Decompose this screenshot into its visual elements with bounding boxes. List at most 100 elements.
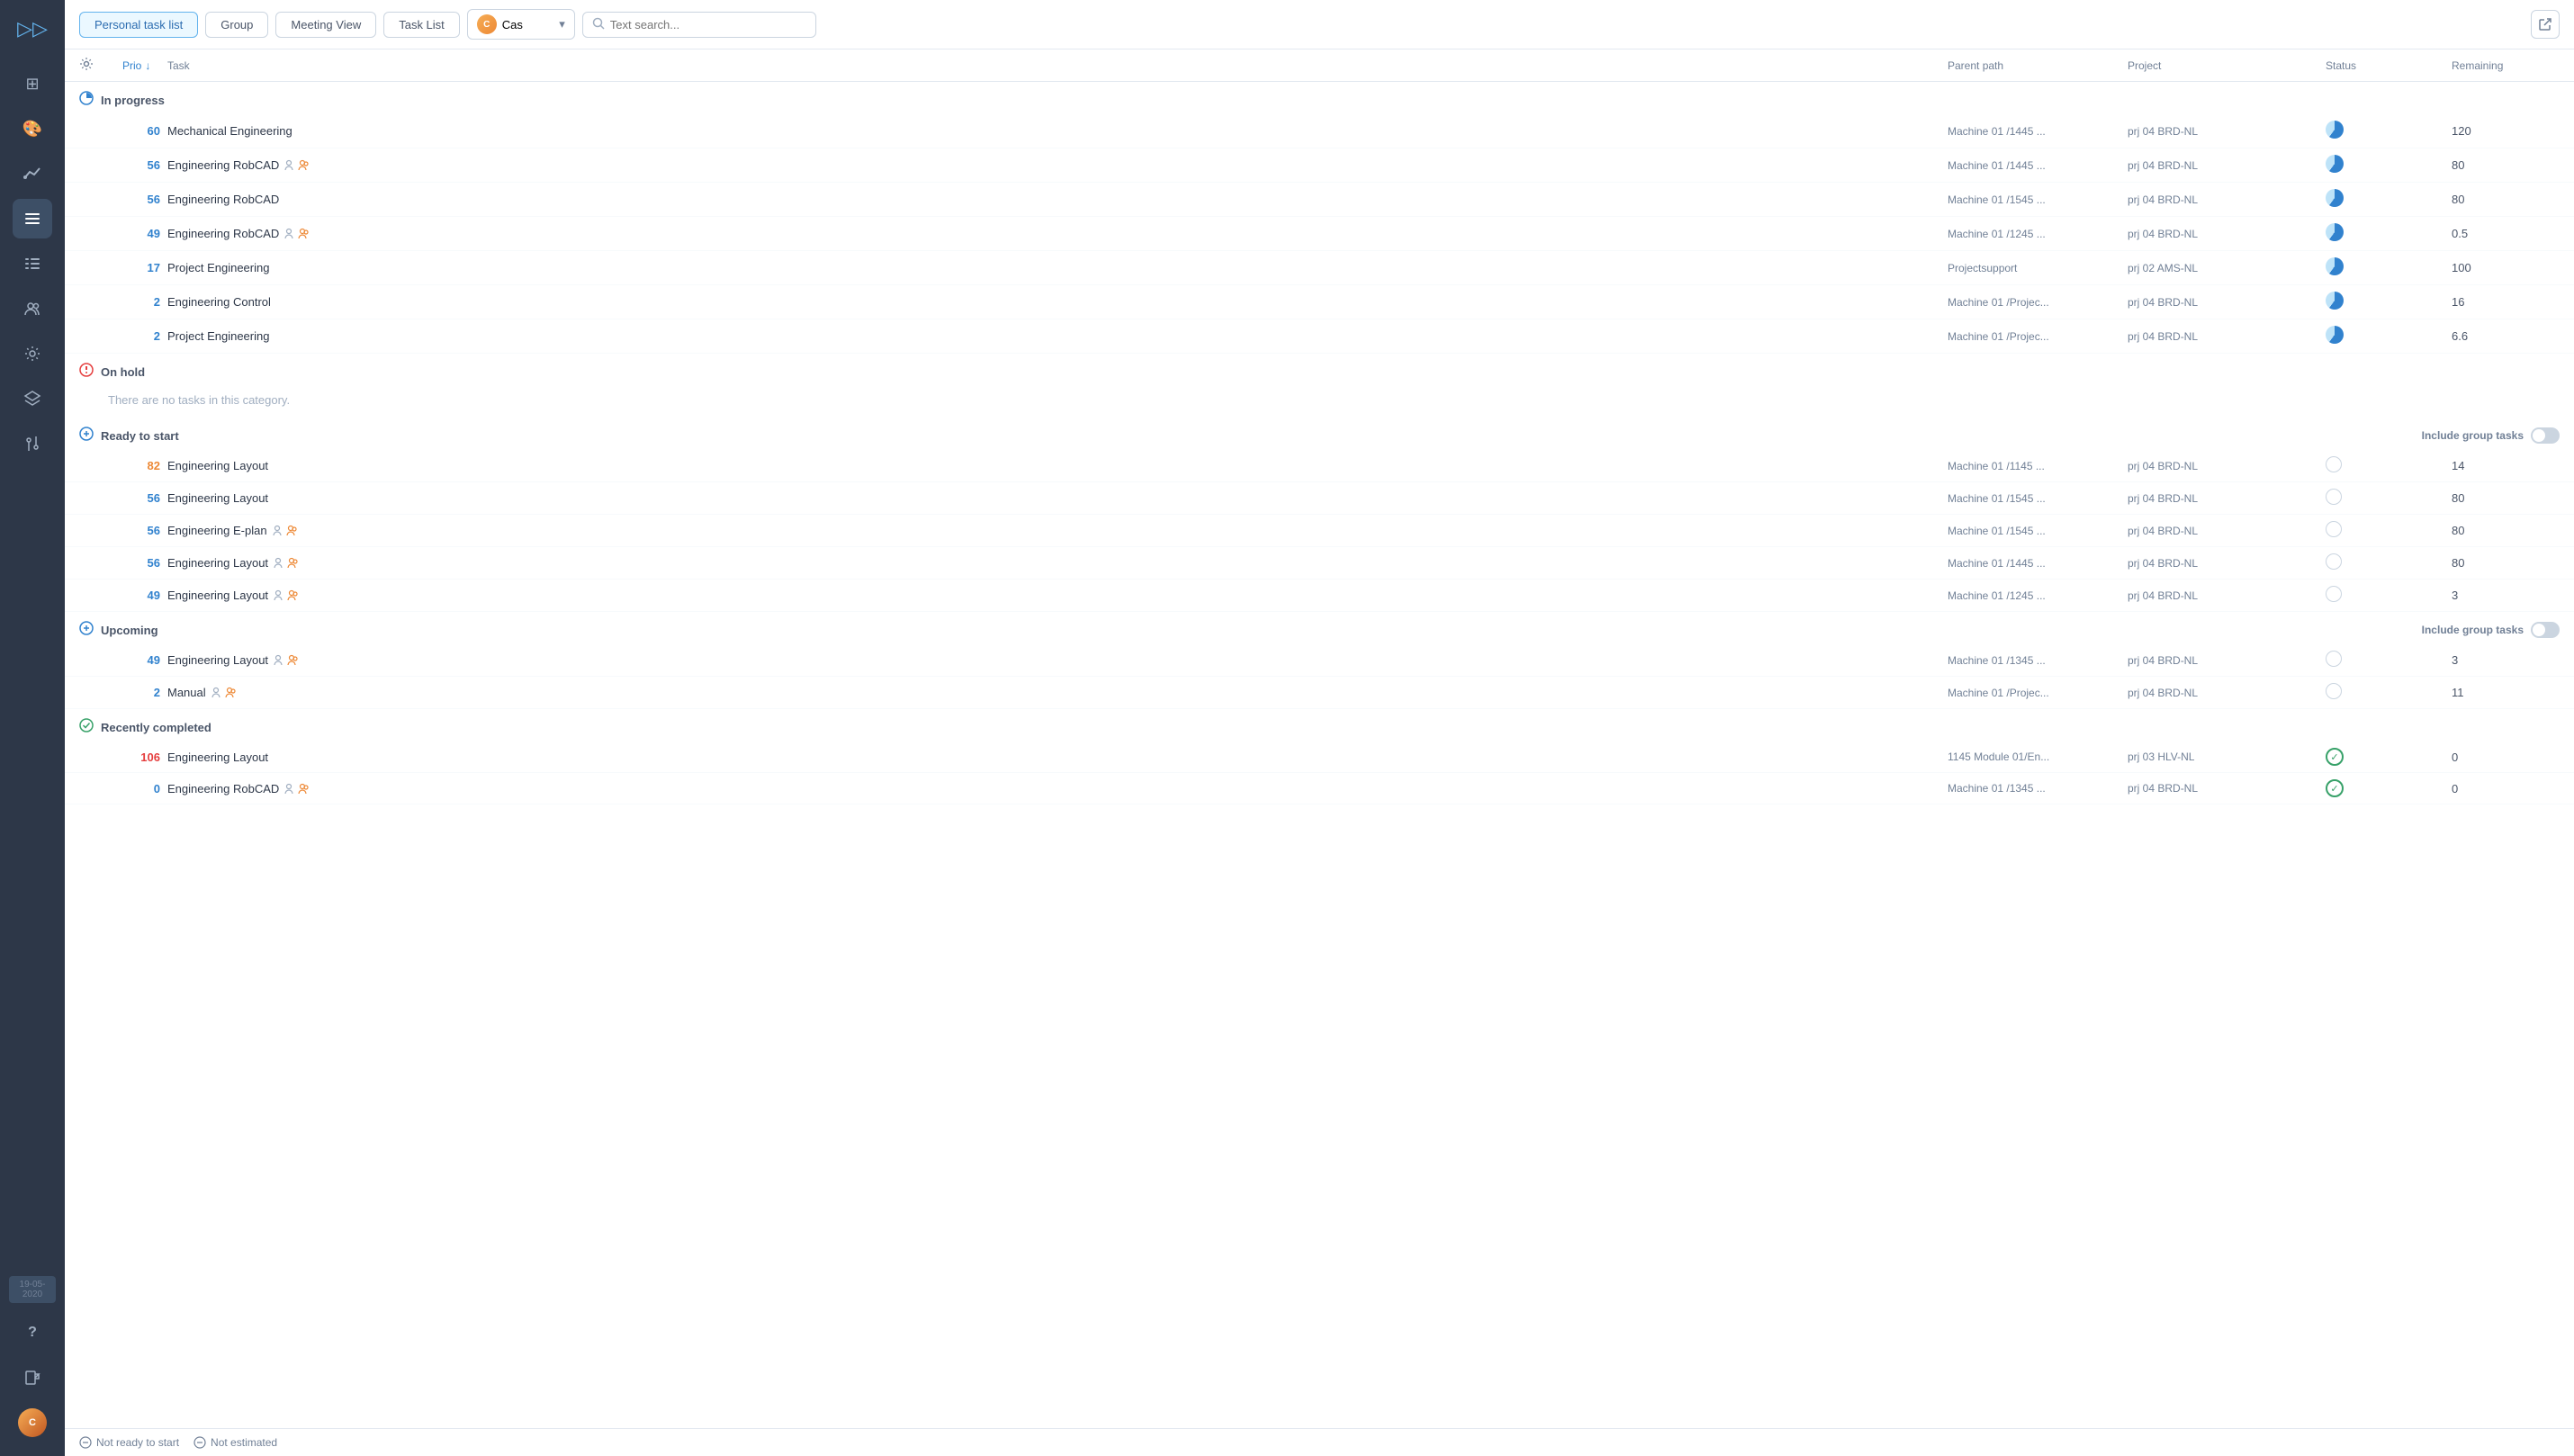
parent-path: Machine 01 /1245 ... xyxy=(1948,228,2128,240)
status-bar: Not ready to start Not estimated xyxy=(65,1428,2574,1456)
sidebar-item-help[interactable]: ? xyxy=(13,1313,52,1353)
task-name: Manual xyxy=(167,686,1948,699)
task-name: Engineering RobCAD xyxy=(167,193,1948,206)
task-name: Engineering Layout xyxy=(167,556,1948,570)
remaining: 120 xyxy=(2452,124,2560,138)
project: prj 04 BRD-NL xyxy=(2128,125,2326,138)
external-link-button[interactable] xyxy=(2531,10,2560,39)
include-group-toggle-upcoming[interactable] xyxy=(2531,622,2560,638)
table-row: 49 Engineering RobCAD Machine 01 /1245 .… xyxy=(65,217,2574,251)
task-user-icons xyxy=(284,228,310,239)
main-content: Personal task list Group Meeting View Ta… xyxy=(65,0,2574,1456)
task-user-icons xyxy=(212,687,237,698)
project: prj 04 BRD-NL xyxy=(2128,589,2326,602)
task-name: Engineering Layout xyxy=(167,653,1948,667)
prio-value: 49 xyxy=(122,589,167,602)
status: ✓ xyxy=(2326,748,2452,766)
search-input[interactable] xyxy=(610,18,806,31)
settings-icon[interactable] xyxy=(79,57,122,74)
ready-icon xyxy=(79,427,94,445)
tab-task-list[interactable]: Task List xyxy=(383,12,460,38)
parent-path: Machine 01 /1345 ... xyxy=(1948,782,2128,795)
tab-meeting-view[interactable]: Meeting View xyxy=(275,12,376,38)
parent-path: Machine 01 /1545 ... xyxy=(1948,492,2128,505)
chevron-down-icon: ▾ xyxy=(559,17,565,31)
topbar: Personal task list Group Meeting View Ta… xyxy=(65,0,2574,49)
status-not-ready: Not ready to start xyxy=(79,1436,179,1449)
sidebar-item-tasks[interactable] xyxy=(13,199,52,238)
table-row: 0 Engineering RobCAD Machine 01 /1345 ..… xyxy=(65,773,2574,804)
project: prj 04 BRD-NL xyxy=(2128,159,2326,172)
remaining: 100 xyxy=(2452,261,2560,274)
sidebar-item-palette[interactable]: 🎨 xyxy=(13,109,52,148)
not-estimated-label: Not estimated xyxy=(211,1436,277,1449)
project: prj 04 BRD-NL xyxy=(2128,687,2326,699)
on-hold-icon xyxy=(79,363,94,381)
sidebar-item-list[interactable] xyxy=(13,244,52,283)
project: prj 04 BRD-NL xyxy=(2128,525,2326,537)
user-avatar: C xyxy=(477,14,497,34)
sidebar-item-filter[interactable] xyxy=(13,424,52,463)
search-box[interactable] xyxy=(582,12,816,38)
prio-value: 0 xyxy=(122,782,167,795)
include-group-upcoming-label: Include group tasks xyxy=(2422,624,2524,636)
user-selector[interactable]: C Cas ▾ xyxy=(467,9,575,40)
parent-path: 1145 Module 01/En... xyxy=(1948,750,2128,763)
sidebar-item-settings[interactable] xyxy=(13,334,52,373)
table-row: 56 Engineering RobCAD Machine 01 /1545 .… xyxy=(65,183,2574,217)
status-check-icon: ✓ xyxy=(2326,748,2344,766)
not-ready-label: Not ready to start xyxy=(96,1436,179,1449)
remaining: 6.6 xyxy=(2452,329,2560,343)
include-group-tasks-ready: Include group tasks xyxy=(2422,427,2560,444)
prio-value: 2 xyxy=(122,329,167,343)
task-name: Engineering Layout xyxy=(167,589,1948,602)
status xyxy=(2326,456,2452,475)
col-task: Task xyxy=(167,59,1948,72)
sidebar-date: 19-05-2020 xyxy=(9,1276,56,1303)
user-avatar-sidebar[interactable]: C xyxy=(13,1403,52,1443)
project: prj 04 BRD-NL xyxy=(2128,296,2326,309)
col-parent-path: Parent path xyxy=(1948,59,2128,72)
sidebar-item-users[interactable] xyxy=(13,289,52,328)
parent-path: Machine 01 /1445 ... xyxy=(1948,125,2128,138)
task-user-icons xyxy=(273,525,298,536)
remaining: 80 xyxy=(2452,193,2560,206)
project: prj 04 BRD-NL xyxy=(2128,460,2326,472)
sidebar-item-chart[interactable] xyxy=(13,154,52,193)
prio-value: 2 xyxy=(122,295,167,309)
table-row: 2 Project Engineering Machine 01 /Projec… xyxy=(65,319,2574,354)
include-group-label: Include group tasks xyxy=(2422,429,2524,442)
include-group-toggle-ready[interactable] xyxy=(2531,427,2560,444)
table-row: 60 Mechanical Engineering Machine 01 /14… xyxy=(65,114,2574,148)
task-name: Mechanical Engineering xyxy=(167,124,1948,138)
project: prj 02 AMS-NL xyxy=(2128,262,2326,274)
prio-value: 56 xyxy=(122,524,167,537)
tab-group[interactable]: Group xyxy=(205,12,268,38)
parent-path: Machine 01 /1345 ... xyxy=(1948,654,2128,667)
parent-path: Machine 01 /1545 ... xyxy=(1948,525,2128,537)
task-user-icons xyxy=(284,159,310,171)
parent-path: Projectsupport xyxy=(1948,262,2128,274)
remaining: 11 xyxy=(2452,686,2560,699)
sidebar-item-layers[interactable] xyxy=(13,379,52,418)
search-icon xyxy=(592,17,605,32)
task-user-icons xyxy=(274,557,299,569)
status-not-estimated: Not estimated xyxy=(194,1436,277,1449)
project: prj 04 BRD-NL xyxy=(2128,492,2326,505)
sidebar-item-export[interactable] xyxy=(13,1358,52,1398)
sidebar-item-grid[interactable]: ⊞ xyxy=(13,64,52,103)
tab-personal-task-list[interactable]: Personal task list xyxy=(79,12,198,38)
remaining: 80 xyxy=(2452,491,2560,505)
completed-icon xyxy=(79,718,94,736)
include-group-tasks-upcoming: Include group tasks xyxy=(2422,622,2560,638)
remaining: 80 xyxy=(2452,524,2560,537)
table-row: 106 Engineering Layout 1145 Module 01/En… xyxy=(65,741,2574,773)
project: prj 04 BRD-NL xyxy=(2128,654,2326,667)
task-name: Engineering Control xyxy=(167,295,1948,309)
project: prj 04 BRD-NL xyxy=(2128,330,2326,343)
prio-value: 17 xyxy=(122,261,167,274)
task-name: Engineering RobCAD xyxy=(167,158,1948,172)
section-on-hold-label: On hold xyxy=(101,365,145,379)
parent-path: Machine 01 /Projec... xyxy=(1948,687,2128,699)
status xyxy=(2326,521,2452,540)
